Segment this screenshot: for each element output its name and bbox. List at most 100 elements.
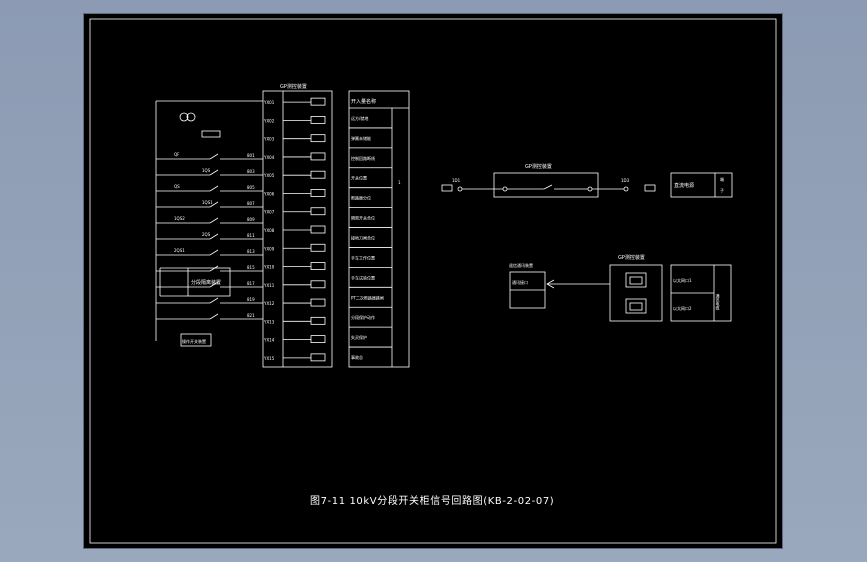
fuse-icon [201,130,221,138]
terminal-box [310,189,326,197]
wire-number: 813 [247,249,255,254]
gland-label: 1 [398,180,401,185]
contact-icon [209,265,219,272]
device-box-label: 分段隔离装置 [191,279,221,286]
wire-number: 819 [247,297,255,302]
terminal-label: YX06 [263,191,275,196]
device-title-left: GP测控装置 [280,83,307,90]
terminal-label: YX05 [263,173,275,178]
contact-label: 1QS1 [202,200,213,205]
contact-icon [209,313,219,320]
wire-number: 807 [247,201,255,206]
terminal-box [310,298,326,307]
terminal-label: YX08 [263,228,275,233]
wire-number: 809 [247,217,255,222]
terminal-label: YX15 [263,356,275,361]
signal-rows: 远方/就地弹簧未储能控制回路断线开关位置断路器分位隔离开关合位接地刀闸合位手车工… [349,115,392,360]
contact-label: 1QS [202,168,211,173]
wire-number: 801 [247,153,255,158]
contact-icon [209,169,219,176]
device-title-right-bottom: GP测控装置 [618,254,645,261]
wire-number: 805 [247,185,255,190]
terminal-label: YX09 [263,246,275,251]
terminal-box [310,280,326,289]
contact-icon [209,233,219,240]
contact-icon [209,297,219,304]
target-label: 通讯接口 [512,279,528,285]
wire-number: 817 [247,281,255,286]
terminal-label: YX12 [263,301,275,306]
contact-icon [209,249,219,256]
side-label-2: 子 [720,187,724,193]
signal-name: 事故总 [351,354,363,360]
right-bottom-circuit: GP测控装置 以太网口1 以太网口2 通讯电缆 遥信通讯装置 通讯接口 [509,254,732,322]
terminal-label: YX13 [263,319,275,324]
terminal-rows: YX01 YX02 YX03 YX04 YX05 YX06 YX07 YX08 YX09 YX10… [263,97,326,362]
terminal-label: YX11 [263,283,275,288]
schematic-canvas: GP测控装置 开入量名称 1 远方/就地弹簧未储能控制回路断线开关位置断路器分位… [89,18,777,544]
ethernet-port-1-icon [625,272,647,288]
terminal-box [310,170,326,179]
switch-contact [543,184,553,190]
terminal-box [310,335,326,344]
ethernet-port-2-icon [625,298,647,314]
terminal-label: YX04 [263,155,275,160]
signal-name: 断路器分位 [351,195,371,201]
signal-name: 隔离开关合位 [351,215,375,221]
left-terminal-label: 1D1 [452,178,461,183]
contact-icon [209,185,219,192]
wire-number: 821 [247,313,255,318]
terminal-box [310,225,326,234]
terminal-label: YX02 [263,118,275,123]
left-terminal-box [441,184,453,192]
terminal-box [310,353,326,362]
terminal-box [310,243,326,252]
signal-name: 远方/就地 [351,115,368,121]
contact-label: QF [174,152,180,157]
signal-name: 接地刀闸合位 [351,235,375,241]
port-label-2: 以太网口2 [673,305,692,311]
signal-name: 失灵保护 [351,334,367,340]
terminal-label: YX01 [263,100,275,105]
signal-name: 手车工作位置 [351,254,375,260]
wire-number: 815 [247,265,255,270]
contact-wires: 801 QF 803 1QS 805 QS 807 1QS1 809 1QS2 811 2QS 813 2… [156,152,263,320]
right-device-box [493,172,599,198]
signal-name-table [348,90,410,368]
figure-caption: 图7-11 10kV分段开关柜信号回路图(KB-2-02-07) [310,494,554,507]
signal-name: 分段保护动作 [351,314,375,320]
side-label-1: 端 [720,176,724,182]
terminal-box [310,97,326,106]
device-title-right-top: GP测控装置 [525,163,552,170]
terminal-label: YX07 [263,210,275,215]
terminal-label: YX03 [263,137,275,142]
contact-label: 2QS1 [174,248,185,253]
terminal-label: YX10 [263,265,275,270]
signal-name: 控制回路断线 [351,155,375,161]
contact-label: 1QS2 [174,216,185,221]
left-signal-circuit: GP测控装置 开入量名称 1 远方/就地弹簧未储能控制回路断线开关位置断路器分位… [155,83,410,368]
contact-label: QS [174,184,180,189]
port-label-1: 以太网口1 [673,277,692,283]
terminal-box [310,116,326,124]
contact-label: 2QS [202,232,211,237]
wire-number: 803 [247,169,255,174]
wire-number: 811 [247,233,255,238]
terminal-label: YX14 [263,338,275,343]
signal-name: PT二次断路器跳闸 [351,294,384,300]
signal-name: 弹簧未储能 [351,135,371,141]
right-terminal-label: 1D3 [621,178,630,183]
terminal-box [310,134,326,143]
terminal-box [310,152,326,161]
target-title: 遥信通讯装置 [509,262,533,268]
drawing-sheet: GP测控装置 开入量名称 1 远方/就地弹簧未储能控制回路断线 开关位置断路器分位… [84,14,782,548]
signal-table-header: 开入量名称 [351,98,376,105]
cable-label: 通讯电缆 [716,293,721,311]
signal-name: 开关位置 [351,175,367,181]
contact-icon [209,217,219,224]
terminal-box [310,207,326,216]
bottom-box-label: 操作开关装置 [182,338,206,344]
terminal-box [310,262,326,270]
signal-name: 手车试验位置 [351,274,375,280]
terminal-box [310,316,326,325]
